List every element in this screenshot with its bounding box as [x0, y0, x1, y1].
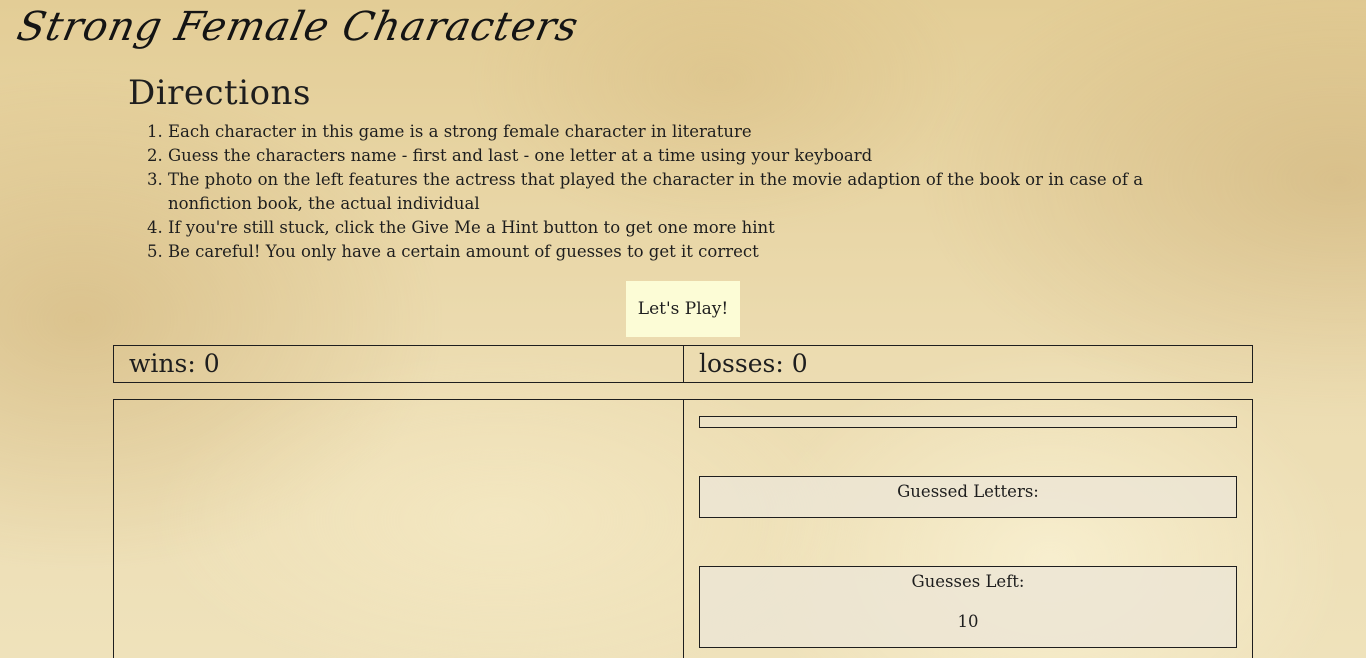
guessed-letters-label: Guessed Letters:: [897, 482, 1039, 501]
direction-step: Each character in this game is a strong …: [168, 120, 1218, 144]
guessed-letters-box: Guessed Letters:: [699, 476, 1237, 518]
directions-heading: Directions: [128, 73, 311, 113]
direction-step: If you're still stuck, click the Give Me…: [168, 216, 1218, 240]
wins-counter: wins: 0: [113, 345, 684, 383]
direction-step: Guess the characters name - first and la…: [168, 144, 1218, 168]
guesses-left-label: Guesses Left:: [911, 572, 1025, 591]
directions-list: Each character in this game is a strong …: [128, 120, 1218, 264]
direction-step: Be careful! You only have a certain amou…: [168, 240, 1218, 264]
guesses-left-value: 10: [957, 612, 979, 631]
site-title: Strong Female Characters: [13, 4, 583, 50]
game-panel: Guessed Letters: Guesses Left: 10: [683, 399, 1253, 658]
direction-step: The photo on the left features the actre…: [168, 168, 1218, 216]
directions-section: Directions Each character in this game i…: [128, 72, 1218, 264]
current-word-display: [699, 416, 1237, 428]
character-photo-panel: [113, 399, 684, 658]
lets-play-button[interactable]: Let's Play!: [626, 281, 740, 337]
losses-counter: losses: 0: [683, 345, 1253, 383]
guesses-left-box: Guesses Left: 10: [699, 566, 1237, 648]
